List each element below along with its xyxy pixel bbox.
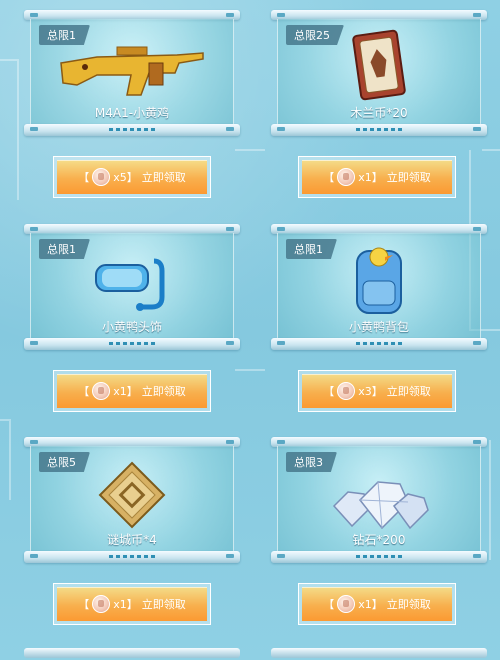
claim-label: 立即领取: [386, 171, 431, 184]
limit-badge: 总限1: [39, 239, 90, 259]
item-name: 谜城币*4: [107, 533, 157, 547]
duck-backpack-icon: [356, 247, 402, 314]
claim-button-frame: 【 x1】 立即领取: [53, 583, 211, 625]
claim-button[interactable]: 【 x5】 立即领取: [57, 160, 207, 194]
card-bottom-rail: [271, 551, 487, 563]
claim-button-frame: 【 x5】 立即领取: [53, 156, 211, 198]
cost-label: x3】: [358, 385, 383, 398]
token-icon: [92, 382, 111, 400]
item-name: 小黄鸭背包: [348, 320, 409, 334]
claim-label: 立即领取: [141, 598, 186, 611]
bracket-open: 【: [78, 385, 90, 398]
cost-label: x1】: [358, 171, 383, 184]
card-bottom-rail: [271, 124, 487, 136]
reward-card: 总限3 钻石*200: [271, 437, 487, 563]
reward-card: 总限1 小黄鸭背包: [271, 224, 487, 350]
claim-label: 立即领取: [141, 171, 186, 184]
card-bottom-rail: [271, 338, 487, 350]
card-panel: 总限1 小黄鸭背包: [277, 233, 481, 339]
reward-card: 总限1 M4A1-小黄鸡: [24, 10, 240, 136]
claim-button-frame: 【 x3】 立即领取: [298, 370, 456, 412]
token-icon: [337, 382, 356, 400]
claim-button-frame: 【 x1】 立即领取: [298, 583, 456, 625]
item-name: 钻石*200: [352, 533, 406, 547]
claim-button[interactable]: 【 x1】 立即领取: [57, 374, 207, 408]
card-bottom-rail: [24, 124, 240, 136]
diamond-pile-icon: [332, 481, 429, 530]
card-panel: 总限3 钻石*200: [277, 446, 481, 552]
card-bottom-rail: [24, 338, 240, 350]
reward-card: 总限5 谜城币*4: [24, 437, 240, 563]
diving-goggles-icon: [95, 258, 165, 311]
card-panel: 总限5 谜城币*4: [30, 446, 234, 552]
bracket-open: 【: [323, 385, 335, 398]
token-icon: [92, 168, 111, 186]
bracket-open: 【: [323, 171, 335, 184]
item-name: 小黄鸭头饰: [101, 320, 162, 334]
claim-button-frame: 【 x1】 立即领取: [53, 370, 211, 412]
claim-button[interactable]: 【 x1】 立即领取: [302, 587, 452, 621]
reward-card: 总限1 小黄鸭头饰: [24, 224, 240, 350]
reward-card: 总限25 木兰币*20: [271, 10, 487, 136]
mystery-coin-icon: [98, 461, 166, 529]
item-name: 木兰币*20: [350, 106, 408, 120]
claim-button[interactable]: 【 x3】 立即领取: [302, 374, 452, 408]
cost-label: x5】: [113, 171, 138, 184]
limit-badge: 总限1: [286, 239, 337, 259]
mulan-coin-card-icon: [352, 29, 406, 101]
claim-button[interactable]: 【 x1】 立即领取: [57, 587, 207, 621]
claim-label: 立即领取: [141, 385, 186, 398]
next-card-top-rail: [271, 648, 487, 658]
bracket-open: 【: [78, 598, 90, 611]
claim-label: 立即领取: [386, 385, 431, 398]
limit-badge: 总限5: [39, 452, 90, 472]
claim-button-frame: 【 x1】 立即领取: [298, 156, 456, 198]
next-card-top-rail: [24, 648, 240, 658]
claim-label: 立即领取: [386, 598, 431, 611]
claim-button[interactable]: 【 x1】 立即领取: [302, 160, 452, 194]
limit-badge: 总限3: [286, 452, 337, 472]
card-panel: 总限1 M4A1-小黄鸡: [30, 19, 234, 125]
cost-label: x1】: [358, 598, 383, 611]
card-bottom-rail: [24, 551, 240, 563]
bracket-open: 【: [323, 598, 335, 611]
card-panel: 总限25 木兰币*20: [277, 19, 481, 125]
token-icon: [337, 168, 356, 186]
cost-label: x1】: [113, 598, 138, 611]
limit-badge: 总限25: [286, 25, 344, 45]
cost-label: x1】: [113, 385, 138, 398]
bracket-open: 【: [78, 171, 90, 184]
golden-rifle-icon: [60, 46, 204, 96]
card-panel: 总限1 小黄鸭头饰: [30, 233, 234, 339]
token-icon: [337, 595, 356, 613]
token-icon: [92, 595, 111, 613]
item-name: M4A1-小黄鸡: [94, 106, 170, 120]
